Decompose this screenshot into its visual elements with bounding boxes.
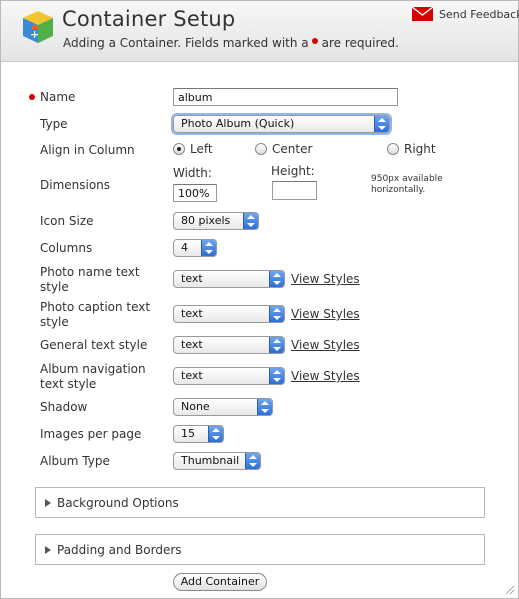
images-per-page-value: 15 — [181, 427, 195, 440]
album-nav-style-line2: text style — [40, 377, 97, 391]
general-view-styles-link[interactable]: View Styles — [291, 338, 360, 352]
images-per-page-label: Images per page — [40, 427, 142, 441]
align-left-option[interactable]: Left — [173, 142, 213, 156]
container-setup-panel: + Container Setup Adding a Container. Fi… — [0, 0, 519, 599]
subtitle-text-end: are required. — [321, 36, 399, 50]
icon-size-label: Icon Size — [40, 214, 94, 228]
icon-size-select[interactable]: 80 pixels — [173, 212, 259, 230]
required-dot-icon — [311, 38, 318, 44]
images-per-page-select[interactable]: 15 — [173, 425, 224, 443]
select-arrow-icon — [374, 116, 389, 132]
name-input[interactable] — [173, 88, 398, 106]
select-arrow-icon — [208, 426, 223, 442]
align-label: Align in Column — [40, 143, 135, 157]
padding-borders-label: Padding and Borders — [57, 543, 182, 557]
radio-center[interactable] — [255, 143, 267, 155]
select-arrow-icon — [269, 306, 284, 322]
available-width-note: 950px available horizontally. — [371, 174, 443, 196]
header-bar: + Container Setup Adding a Container. Fi… — [1, 1, 519, 62]
general-text-style-select[interactable]: text — [173, 336, 285, 354]
select-arrow-icon — [269, 337, 284, 353]
photo-name-style-select[interactable]: text — [173, 270, 285, 288]
select-arrow-icon — [269, 271, 284, 287]
photo-name-style-line2: style — [40, 280, 69, 294]
container-app-icon: + — [23, 11, 53, 43]
select-arrow-icon — [243, 213, 258, 229]
height-input[interactable] — [272, 181, 317, 200]
padding-borders-section[interactable]: Padding and Borders — [35, 534, 485, 565]
photo-caption-style-line1: Photo caption text — [40, 300, 151, 314]
photo-caption-style-label: Photo caption text style — [40, 300, 150, 330]
expand-triangle-icon — [45, 499, 51, 507]
album-nav-style-label: Album navigation text style — [40, 362, 146, 392]
shadow-select[interactable]: None — [173, 398, 273, 416]
height-label: Height: — [271, 164, 315, 178]
photo-name-style-value: text — [181, 272, 203, 285]
select-arrow-icon — [269, 368, 284, 384]
radio-left[interactable] — [173, 143, 185, 155]
album-type-value: Thumbnail — [181, 454, 240, 467]
general-text-style-value: text — [181, 338, 203, 351]
required-marker-icon — [29, 94, 35, 100]
envelope-icon — [412, 7, 433, 21]
available-width-line1: 950px available — [371, 174, 443, 184]
align-right-option[interactable]: Right — [387, 142, 436, 156]
select-arrow-icon — [245, 453, 260, 469]
photo-name-style-label: Photo name text style — [40, 265, 140, 295]
width-label: Width: — [173, 166, 212, 180]
album-nav-style-value: text — [181, 369, 203, 382]
background-options-section[interactable]: Background Options — [35, 487, 485, 518]
type-label: Type — [40, 117, 68, 131]
send-feedback-link[interactable]: Send Feedback — [412, 7, 519, 21]
photo-caption-style-line2: style — [40, 315, 69, 329]
dimensions-label: Dimensions — [40, 178, 111, 192]
available-width-line2: horizontally. — [371, 185, 426, 195]
columns-value: 4 — [181, 241, 188, 254]
photo-caption-style-value: text — [181, 307, 203, 320]
select-arrow-icon — [201, 240, 216, 256]
shadow-label: Shadow — [40, 400, 88, 414]
album-nav-view-styles-link[interactable]: View Styles — [291, 369, 360, 383]
expand-triangle-icon — [45, 546, 51, 554]
columns-select[interactable]: 4 — [173, 239, 217, 257]
background-options-label: Background Options — [57, 496, 179, 510]
resize-grip-icon[interactable] — [505, 585, 515, 595]
align-center-option[interactable]: Center — [255, 142, 312, 156]
type-select-value: Photo Album (Quick) — [181, 117, 295, 130]
align-center-label: Center — [272, 142, 313, 156]
album-nav-style-line1: Album navigation — [40, 362, 146, 376]
page-title: Container Setup — [62, 7, 236, 31]
subtitle-text: Adding a Container. Fields marked with a — [63, 36, 309, 50]
select-arrow-icon — [257, 399, 272, 415]
shadow-value: None — [181, 400, 210, 413]
type-select[interactable]: Photo Album (Quick) — [173, 115, 390, 133]
general-text-style-label: General text style — [40, 338, 148, 352]
radio-right[interactable] — [387, 143, 399, 155]
columns-label: Columns — [40, 241, 93, 255]
icon-size-value: 80 pixels — [181, 214, 231, 227]
add-container-button[interactable]: Add Container — [173, 573, 267, 591]
align-right-label: Right — [404, 142, 436, 156]
photo-name-style-line1: Photo name text — [40, 265, 140, 279]
name-label: Name — [40, 90, 76, 104]
width-input[interactable] — [173, 184, 217, 202]
photo-caption-style-select[interactable]: text — [173, 305, 285, 323]
photo-caption-view-styles-link[interactable]: View Styles — [291, 307, 360, 321]
album-type-label: Album Type — [40, 454, 110, 468]
page-subtitle: Adding a Container. Fields marked with a… — [63, 36, 399, 50]
align-left-label: Left — [190, 142, 213, 156]
album-nav-style-select[interactable]: text — [173, 367, 285, 385]
send-feedback-label: Send Feedback — [439, 7, 519, 21]
photo-name-view-styles-link[interactable]: View Styles — [291, 272, 360, 286]
album-type-select[interactable]: Thumbnail — [173, 452, 261, 470]
